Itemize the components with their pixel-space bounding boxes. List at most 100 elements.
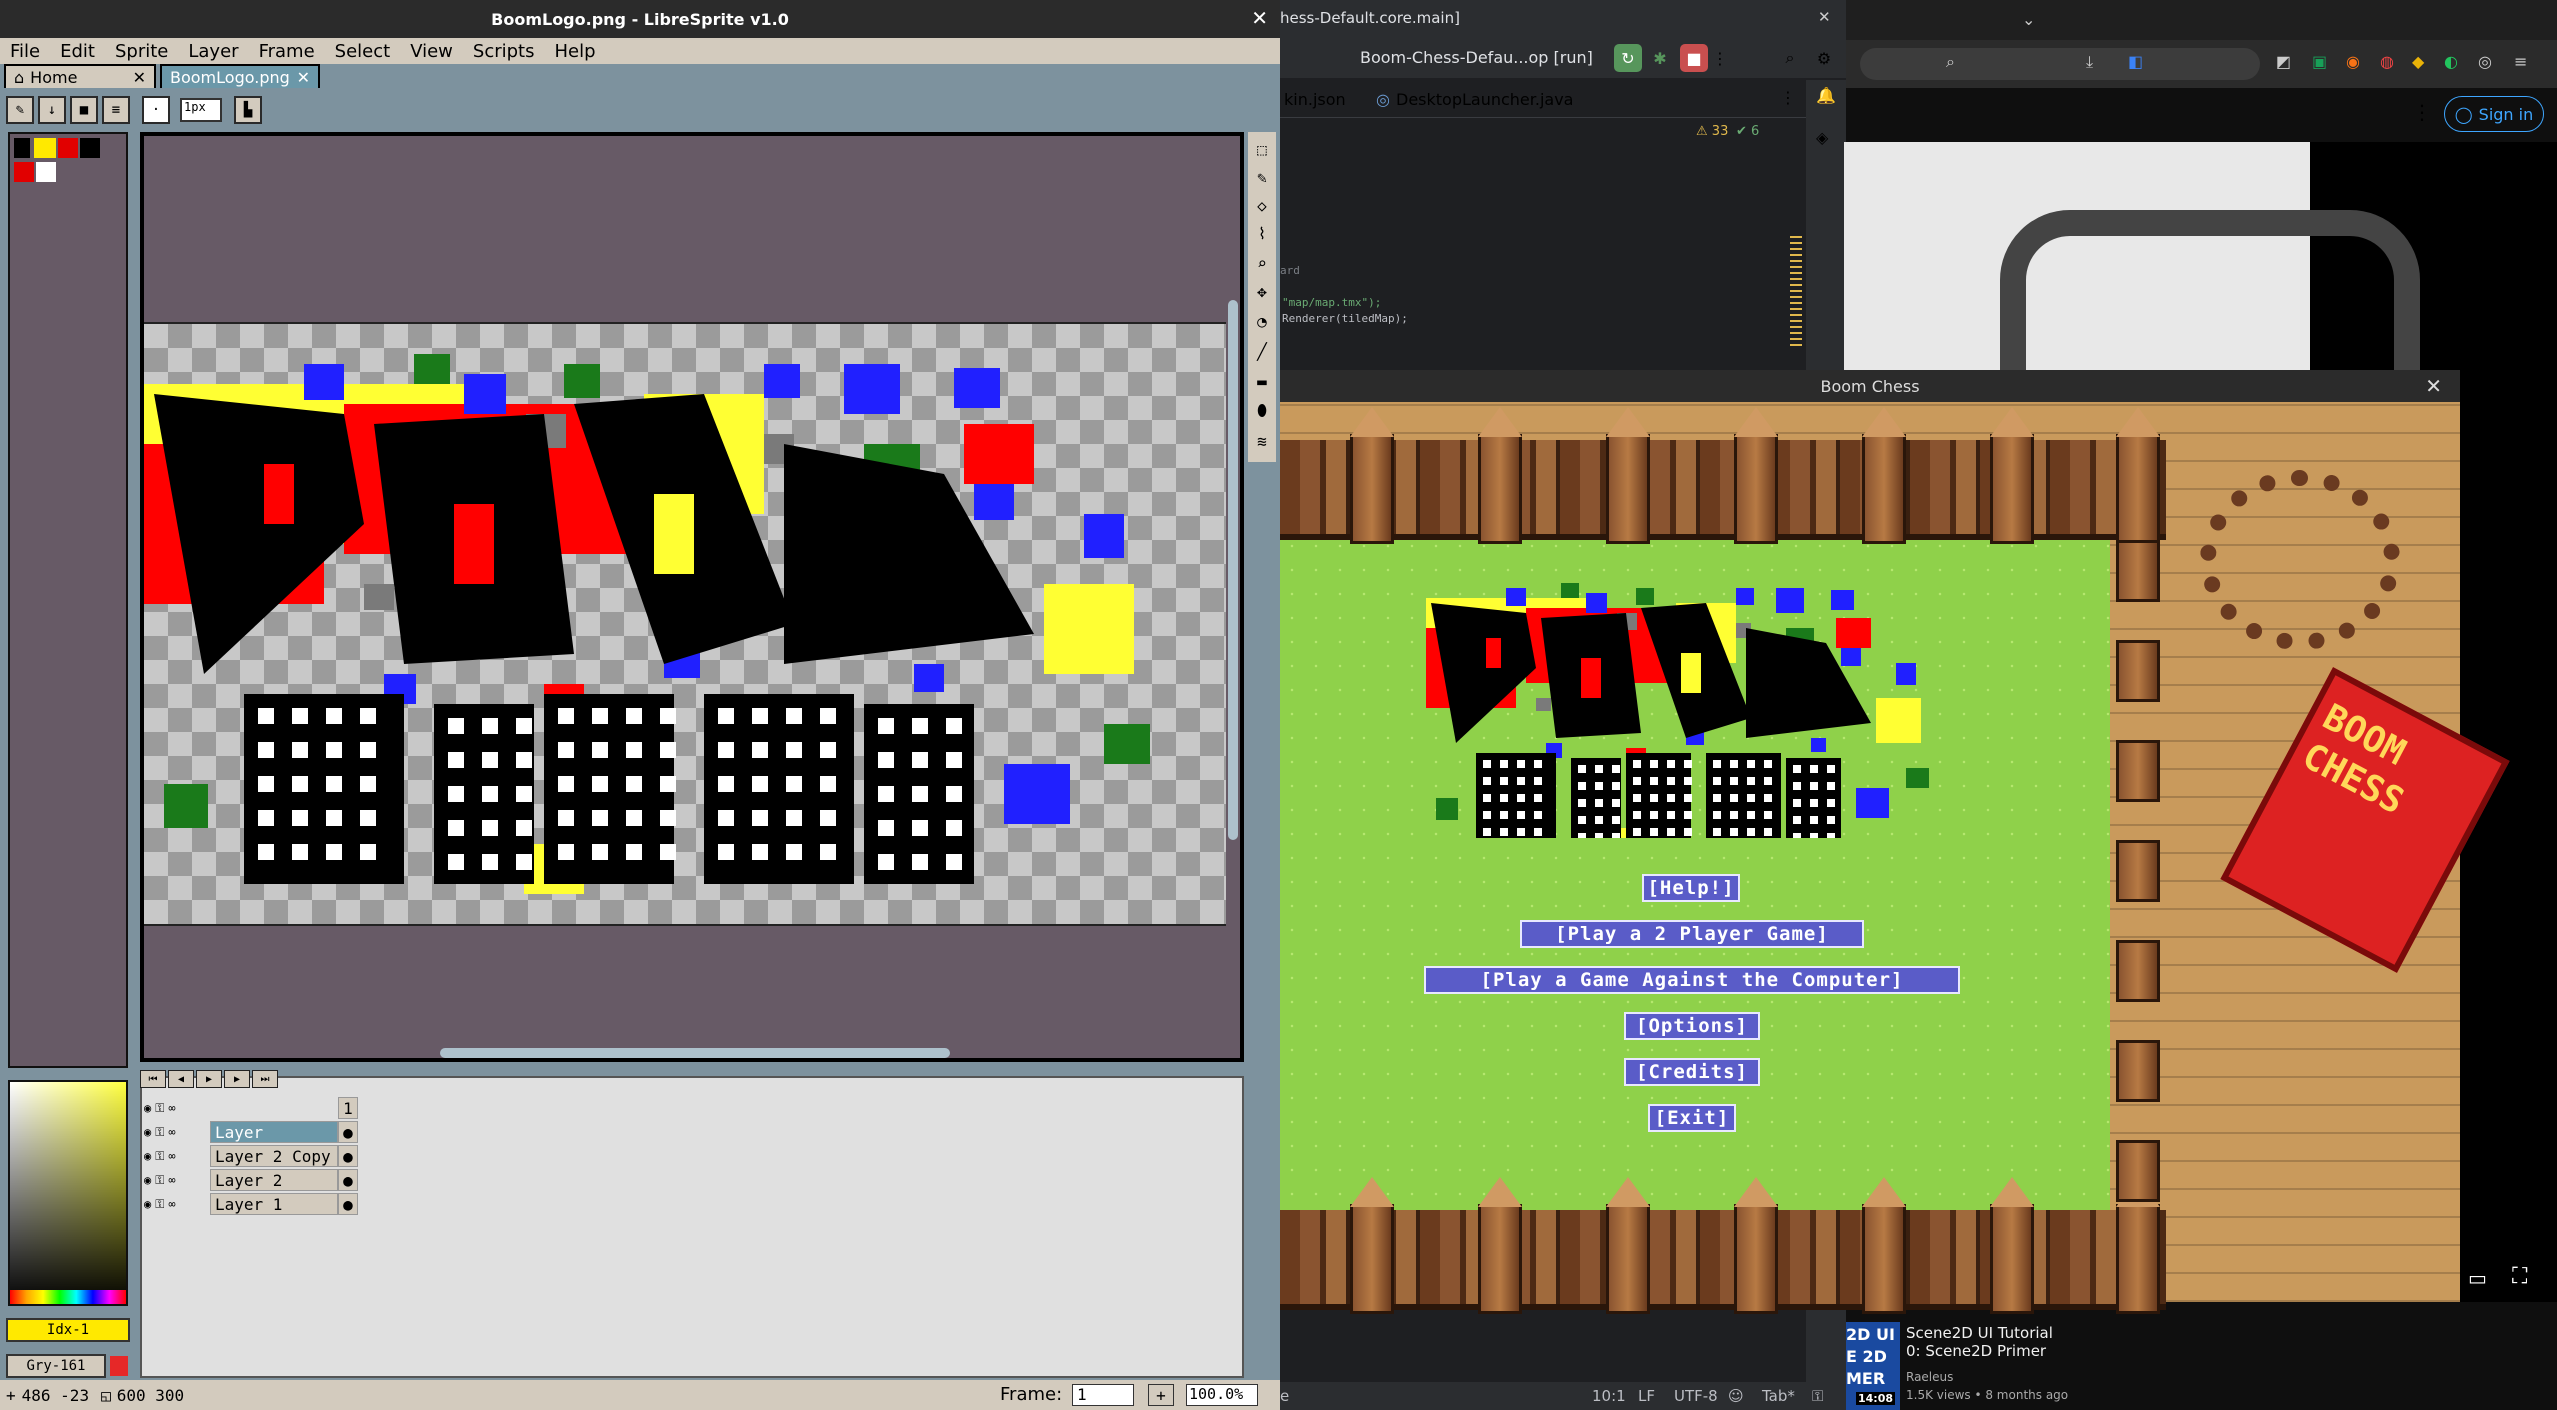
more-icon[interactable]: ⋮ — [1710, 44, 1730, 72]
run-config-selector[interactable]: Boom-Chess-Defau...op [run] — [1360, 48, 1593, 67]
caret-position[interactable]: 10:1 — [1592, 1387, 1626, 1405]
tab-skin-json[interactable]: kin.json — [1284, 90, 1346, 109]
menu-sprite[interactable]: Sprite — [105, 41, 178, 62]
cel-dot-icon[interactable]: ● — [338, 1193, 358, 1215]
layer-name[interactable]: Layer — [210, 1121, 338, 1143]
arrow-down-icon[interactable]: ↓ — [38, 96, 66, 124]
tab-home[interactable]: ⌂ Home ✕ — [4, 64, 156, 88]
lock-icon[interactable]: ⚿ — [1812, 1387, 1823, 1405]
notifications-icon[interactable]: 🔔 — [1816, 86, 1836, 105]
exit-button[interactable]: [Exit] — [1648, 1104, 1736, 1132]
frame-field[interactable]: 1 — [1072, 1384, 1134, 1406]
link-icon[interactable]: ∞ — [168, 1149, 175, 1164]
fill-icon[interactable]: ◔ — [1250, 308, 1274, 334]
file-encoding[interactable]: UTF-8 — [1674, 1387, 1718, 1405]
vertical-scrollbar[interactable] — [1228, 300, 1238, 840]
recommended-video-title[interactable]: Scene2D UI Tutorial 0: Scene2D Primer — [1906, 1324, 2066, 1360]
add-frame-icon[interactable]: + — [1148, 1384, 1174, 1406]
menu-help[interactable]: Help — [545, 41, 606, 62]
layer-row[interactable]: ◉ ⚿ ∞ Layer ● — [140, 1120, 362, 1144]
extension-icon[interactable]: ◆ — [2412, 52, 2424, 71]
options-button[interactable]: [Options] — [1624, 1012, 1760, 1040]
menu-icon[interactable]: ≡ — [2514, 52, 2527, 71]
pencil-icon[interactable]: ✎ — [1250, 164, 1274, 190]
palette-swatch[interactable] — [36, 162, 56, 182]
more-icon[interactable]: ⋮ — [2412, 100, 2432, 124]
hue-slider[interactable] — [10, 1290, 126, 1304]
color-index-button[interactable]: Idx-1 — [6, 1318, 130, 1342]
ai-assistant-icon[interactable]: ◈ — [1816, 128, 1828, 147]
link-icon[interactable]: ∞ — [168, 1173, 175, 1188]
color-picker-spectrum[interactable] — [8, 1080, 128, 1306]
layer-name[interactable]: Layer 2 — [210, 1169, 338, 1191]
eraser-icon[interactable]: ◇ — [1250, 192, 1274, 218]
extension-icon[interactable]: ▣ — [2312, 52, 2327, 71]
video-channel[interactable]: Raeleus — [1906, 1370, 1953, 1384]
menu-edit[interactable]: Edit — [50, 41, 105, 62]
link-icon[interactable]: ∞ — [168, 1197, 175, 1212]
brush-size-field[interactable]: 1px — [180, 98, 222, 122]
eye-icon[interactable]: ◉ — [144, 1149, 151, 1164]
extension-icon[interactable]: ◩ — [2276, 52, 2291, 71]
settings-icon[interactable]: ⚙ — [1810, 44, 1838, 72]
next-frame-icon[interactable]: ▶ — [224, 1070, 250, 1088]
link-icon[interactable]: ∞ — [168, 1125, 175, 1140]
extension-icon[interactable]: ◍ — [2380, 52, 2394, 71]
fullscreen-icon[interactable]: ⛶ — [2512, 1264, 2527, 1289]
eye-icon[interactable]: ◉ — [144, 1197, 151, 1212]
marquee-icon[interactable]: ⬚ — [1250, 136, 1274, 162]
extension-icon[interactable]: ◉ — [2346, 52, 2360, 71]
more-icon[interactable]: ⋮ — [1780, 88, 1796, 107]
play-computer-button[interactable]: [Play a Game Against the Computer] — [1424, 966, 1960, 994]
stop-icon[interactable]: ■ — [1680, 44, 1708, 72]
search-icon[interactable]: ⌕ — [1946, 52, 1955, 72]
cel-dot-icon[interactable]: ● — [338, 1169, 358, 1191]
chevron-down-icon[interactable]: ⌄ — [2022, 10, 2035, 29]
eyedropper-icon[interactable]: ⌇ — [1250, 220, 1274, 246]
zoom-field[interactable]: 100.0% — [1186, 1384, 1258, 1406]
sprite-image[interactable] — [144, 322, 1226, 926]
cel-dot-icon[interactable]: ● — [338, 1145, 358, 1167]
brush-shape-icon[interactable]: · — [142, 96, 170, 124]
last-frame-icon[interactable]: ⏭ — [252, 1070, 278, 1088]
first-frame-icon[interactable]: ⏮ — [140, 1070, 166, 1088]
eye-icon[interactable]: ◉ — [144, 1173, 151, 1188]
extension-icon[interactable]: ◐ — [2444, 52, 2458, 71]
lock-icon[interactable]: ⚿ — [155, 1125, 164, 1140]
editorconfig-icon[interactable]: ☺ — [1728, 1387, 1744, 1405]
menu-file[interactable]: File — [0, 41, 50, 62]
palette-swatch[interactable] — [34, 138, 56, 158]
layer-name[interactable]: Layer 2 Copy — [210, 1145, 338, 1167]
tab-boomlogo[interactable]: BoomLogo.png ✕ — [160, 64, 320, 88]
menu-view[interactable]: View — [400, 41, 463, 62]
help-button[interactable]: [Help!] — [1642, 874, 1740, 902]
miniplayer-icon[interactable]: ▭ — [2468, 1266, 2487, 1290]
menu-layer[interactable]: Layer — [178, 41, 248, 62]
lock-icon[interactable]: ⚿ — [155, 1149, 164, 1164]
palette-swatch[interactable] — [80, 138, 100, 158]
menu-select[interactable]: Select — [325, 41, 401, 62]
download-icon[interactable]: ⤓ — [2086, 52, 2093, 72]
lock-icon[interactable]: ⚿ — [155, 1197, 164, 1212]
layer-row[interactable]: ◉ ⚿ ∞ Layer 2 ● — [140, 1168, 362, 1192]
menu-frame[interactable]: Frame — [249, 41, 325, 62]
layer-row[interactable]: ◉ ⚿ ∞ Layer 1 ● — [140, 1192, 362, 1216]
warning-icon[interactable] — [110, 1356, 128, 1376]
close-icon[interactable]: ✕ — [1818, 8, 1831, 26]
tab-desktoplauncher[interactable]: DesktopLauncher.java — [1396, 90, 1573, 109]
tab-close-icon[interactable]: ✕ — [297, 68, 310, 87]
menu-scripts[interactable]: Scripts — [463, 41, 545, 62]
tab-close-icon[interactable]: ✕ — [133, 68, 146, 87]
profile-icon[interactable]: ◎ — [2478, 52, 2492, 71]
layer-name[interactable]: Layer 1 — [210, 1193, 338, 1215]
prev-frame-icon[interactable]: ◀ — [168, 1070, 194, 1088]
eye-icon[interactable]: ◉ — [144, 1125, 151, 1140]
rerun-icon[interactable]: ↻ — [1614, 44, 1642, 72]
square-icon[interactable]: ■ — [70, 96, 98, 124]
move-icon[interactable]: ✥ — [1250, 278, 1274, 304]
cel-dot-icon[interactable]: ● — [338, 1121, 358, 1143]
indent-setting[interactable]: Tab* — [1762, 1387, 1795, 1405]
close-icon[interactable]: ✕ — [2425, 374, 2442, 398]
zoom-icon[interactable]: ⌕ — [1250, 250, 1274, 276]
gray-value-button[interactable]: Gry-161 — [6, 1354, 106, 1378]
